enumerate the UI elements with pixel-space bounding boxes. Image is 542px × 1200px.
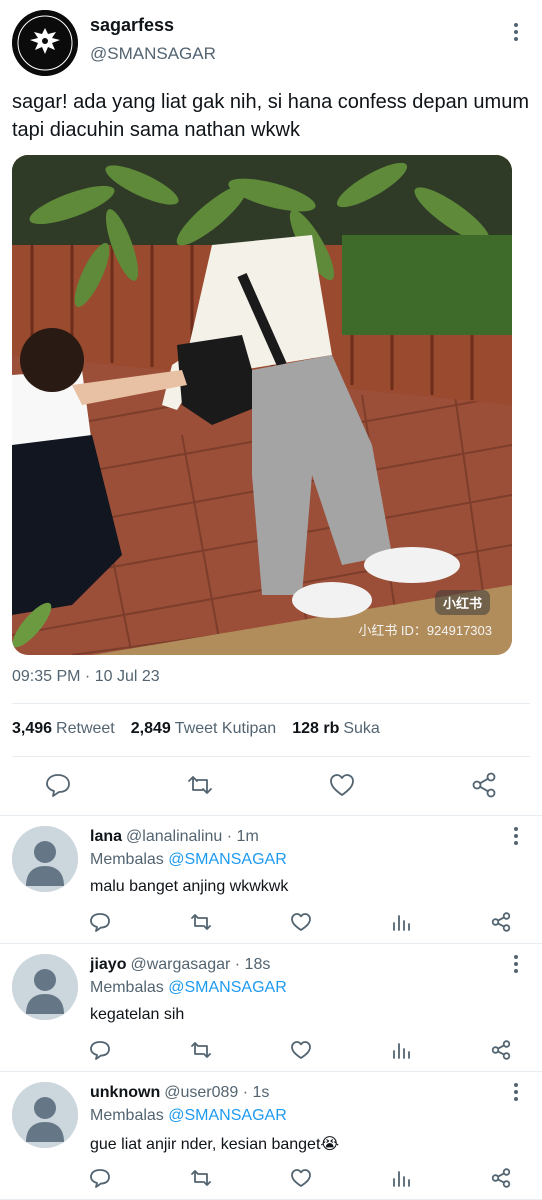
retweet-icon[interactable] [185, 770, 215, 800]
mention-link[interactable]: @SMANSAGAR [168, 851, 286, 868]
reply-time: · 18s [234, 956, 271, 973]
reply-header: unknown @user089 · 1s [90, 1084, 269, 1102]
reply-handle[interactable]: @wargasagar [130, 956, 230, 973]
mention-link[interactable]: @SMANSAGAR [168, 979, 286, 996]
replying-to: Membalas @SMANSAGAR [90, 979, 287, 997]
like-icon[interactable] [289, 1166, 313, 1190]
default-avatar-icon[interactable] [12, 954, 78, 1020]
more-options-icon[interactable] [506, 20, 526, 44]
reply-icon[interactable] [88, 910, 112, 934]
photo-illustration [12, 155, 512, 655]
analytics-icon[interactable] [389, 910, 413, 934]
reply-icon[interactable] [88, 1166, 112, 1190]
mention-link[interactable]: @SMANSAGAR [168, 1107, 286, 1124]
reply-tweet[interactable]: unknown @user089 · 1s Membalas @SMANSAGAR… [0, 1072, 542, 1200]
tweet-avatar[interactable] [12, 10, 78, 76]
reply-icon[interactable] [43, 770, 73, 800]
quote-stat[interactable]: 2,849 Tweet Kutipan [131, 720, 276, 738]
like-count: 128 rb [292, 720, 340, 737]
analytics-icon[interactable] [389, 1166, 413, 1190]
reply-handle[interactable]: @lanalinalinu [126, 828, 222, 845]
tweet-photo[interactable]: 小红书 小红书 ID：924917303 [12, 155, 512, 655]
like-stat[interactable]: 128 rb Suka [292, 720, 380, 738]
replying-prefix: Membalas [90, 979, 164, 996]
default-avatar-icon[interactable] [12, 826, 78, 892]
share-icon[interactable] [489, 1038, 513, 1062]
reply-header: lana @lanalinalinu · 1m [90, 828, 259, 846]
quote-count: 2,849 [130, 720, 171, 737]
account-logo [12, 10, 78, 76]
more-options-icon[interactable] [506, 952, 526, 976]
reply-text: malu banget anjing wkwkwk [90, 878, 289, 895]
divider [12, 756, 530, 757]
share-icon[interactable] [469, 770, 499, 800]
replying-prefix: Membalas [90, 1107, 164, 1124]
reply-text: kegatelan sih [90, 1006, 185, 1023]
reply-display-name[interactable]: unknown [90, 1084, 160, 1101]
user-handle[interactable]: @SMANSAGAR [90, 44, 216, 64]
replying-prefix: Membalas [90, 851, 164, 868]
tweet-timestamp[interactable]: 09:35 PM · 10 Jul 23 [12, 668, 160, 686]
reply-tweet[interactable]: jiayo @wargasagar · 18s Membalas @SMANSAG… [0, 944, 542, 1072]
retweet-label: Retweet [56, 720, 115, 737]
replying-to: Membalas @SMANSAGAR [90, 1107, 287, 1125]
quote-label: Tweet Kutipan [174, 720, 277, 737]
reply-handle[interactable]: @user089 [164, 1084, 238, 1101]
reply-time: · 1s [242, 1084, 270, 1101]
reply-display-name[interactable]: lana [90, 828, 122, 845]
tweet-stats: 3,496 Retweet 2,849 Tweet Kutipan 128 rb Su… [12, 720, 380, 738]
like-icon[interactable] [289, 1038, 313, 1062]
reply-text: gue liat anjir nder, kesian banget😭 [90, 1136, 340, 1153]
reply-icon[interactable] [88, 1038, 112, 1062]
retweet-stat[interactable]: 3,496 Retweet [12, 720, 115, 738]
reply-header: jiayo @wargasagar · 18s [90, 956, 270, 974]
replying-to: Membalas @SMANSAGAR [90, 851, 287, 869]
like-icon[interactable] [289, 910, 313, 934]
like-icon[interactable] [327, 770, 357, 800]
display-name[interactable]: sagarfess [90, 15, 174, 36]
more-options-icon[interactable] [506, 1080, 526, 1104]
tweet-actions [0, 770, 542, 804]
retweet-count: 3,496 [12, 720, 53, 737]
retweet-icon[interactable] [189, 1166, 213, 1190]
default-avatar-icon[interactable] [12, 1082, 78, 1148]
share-icon[interactable] [489, 910, 513, 934]
retweet-icon[interactable] [189, 1038, 213, 1062]
watermark-id: 小红书 ID：924917303 [358, 623, 492, 638]
like-label: Suka [343, 720, 380, 737]
reply-time: · 1m [226, 828, 259, 845]
share-icon[interactable] [489, 1166, 513, 1190]
retweet-icon[interactable] [189, 910, 213, 934]
analytics-icon[interactable] [389, 1038, 413, 1062]
divider [12, 703, 530, 704]
watermark-badge: 小红书 [434, 590, 490, 615]
reply-display-name[interactable]: jiayo [90, 956, 126, 973]
reply-tweet[interactable]: lana @lanalinalinu · 1m Membalas @SMANSAG… [0, 816, 542, 944]
tweet-text: sagar! ada yang liat gak nih, si hana co… [12, 91, 529, 141]
more-options-icon[interactable] [506, 824, 526, 848]
